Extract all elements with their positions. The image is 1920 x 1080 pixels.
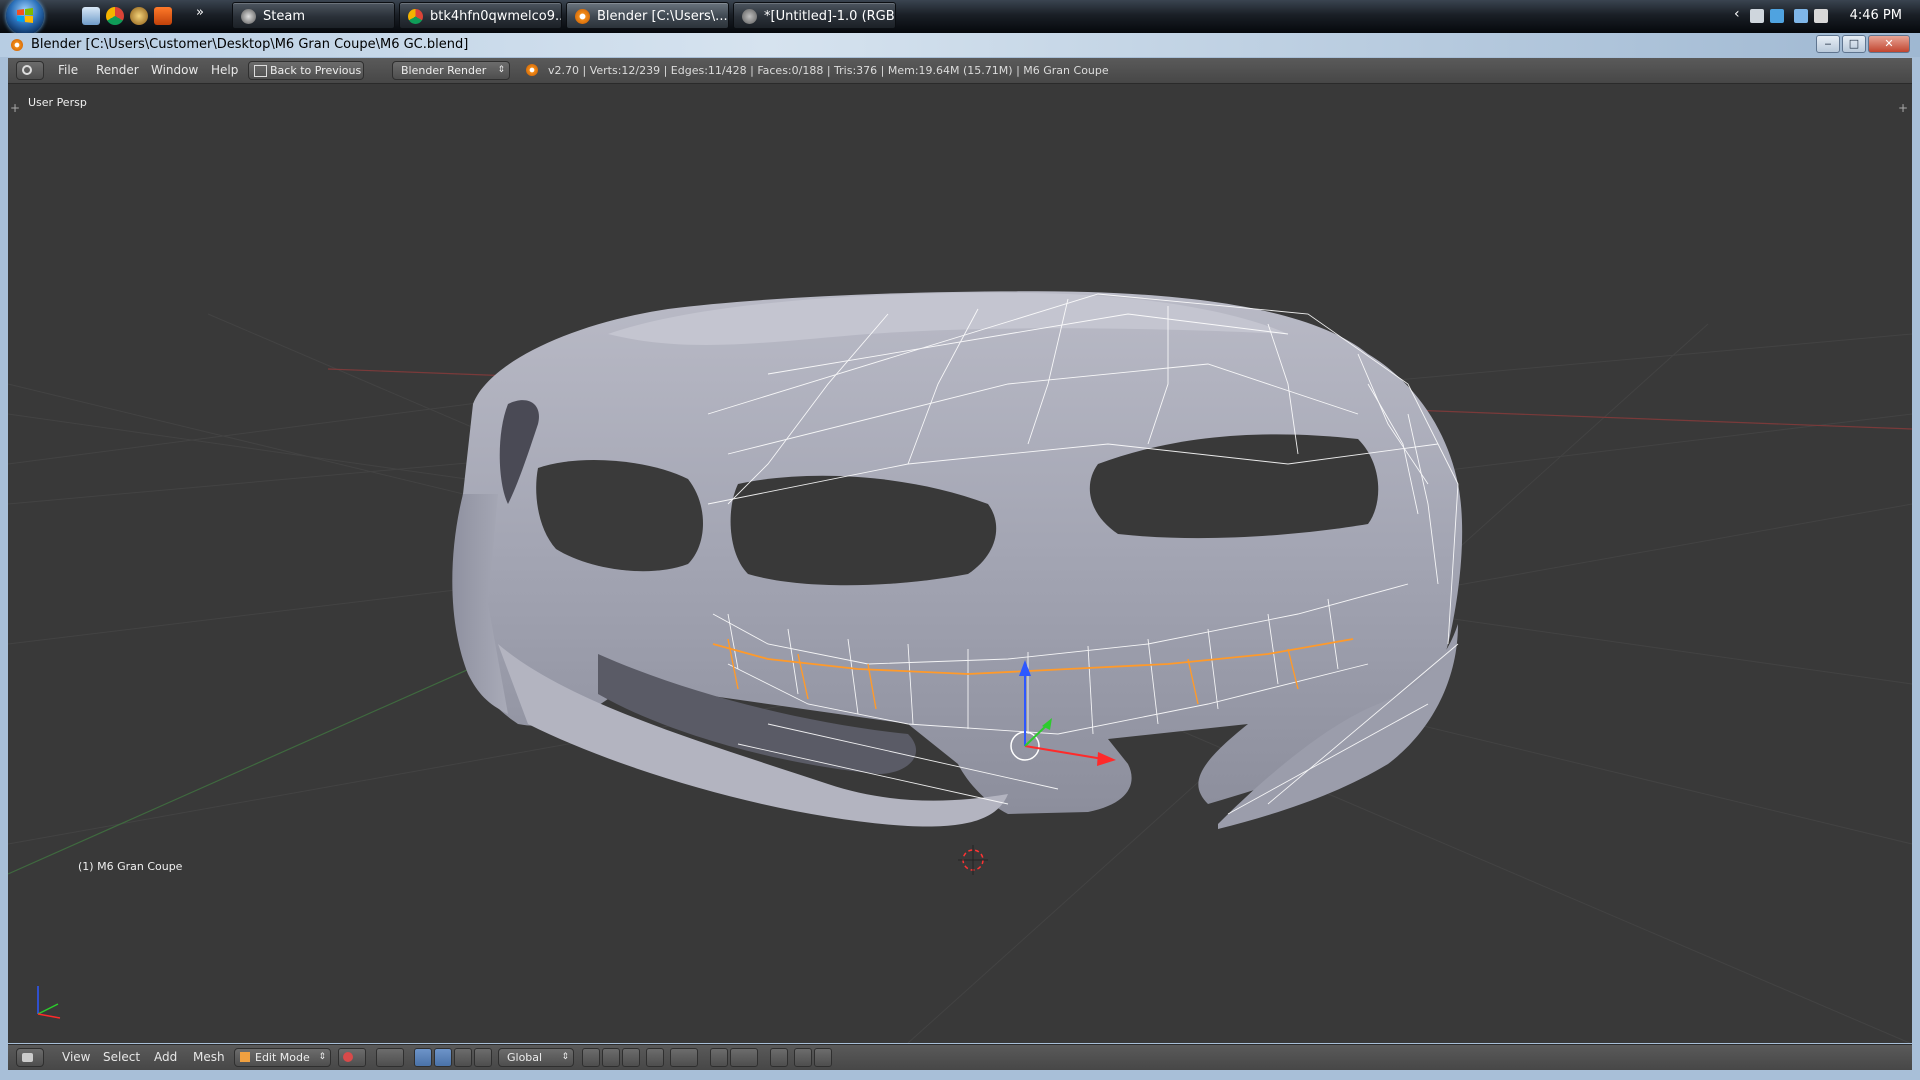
display-tray-icon[interactable]: [1794, 9, 1808, 23]
network-tray-icon[interactable]: [1770, 9, 1784, 23]
axis-orientation-icon: [37, 986, 61, 1019]
car-mesh: [452, 291, 1463, 829]
kongregate-icon[interactable]: [154, 7, 172, 25]
window-bottom-border: [0, 1070, 1920, 1080]
shading-icon: [343, 1052, 353, 1062]
occlude-geometry-toggle[interactable]: [646, 1048, 664, 1067]
tray-expand-icon[interactable]: ‹: [1734, 6, 1740, 22]
3d-view-icon: [22, 1053, 33, 1062]
taskbar-item-blender[interactable]: Blender [C:\Users\...: [566, 2, 729, 29]
steam-icon: [241, 9, 256, 24]
blender-icon: [11, 39, 23, 51]
show-desktop-icon[interactable]: [82, 7, 100, 25]
blender-icon: [575, 9, 590, 24]
region-toggle-right-icon[interactable]: +: [1898, 102, 1910, 114]
edit-mode-icon: [240, 1052, 250, 1062]
screen-icon: [254, 65, 267, 77]
blender-logo-icon: [526, 64, 538, 76]
menu-render[interactable]: Render: [96, 63, 139, 77]
updown-arrow-icon: ⇕: [318, 1052, 326, 1062]
quick-launch-more-icon[interactable]: »: [196, 5, 204, 20]
viewport-shading-select[interactable]: [338, 1048, 366, 1067]
windows-logo-icon: [17, 8, 33, 23]
3d-viewport[interactable]: User Persp (1) M6 Gran Coupe + +: [8, 84, 1912, 1043]
menu-view[interactable]: View: [62, 1050, 90, 1064]
steam-tray-icon[interactable]: [1750, 9, 1764, 23]
minimize-button[interactable]: ‒: [1816, 35, 1840, 53]
back-to-previous-button[interactable]: Back to Previous: [248, 61, 364, 80]
chrome-icon: [408, 9, 423, 24]
menu-select[interactable]: Select: [103, 1050, 140, 1064]
region-toggle-left-icon[interactable]: +: [10, 102, 22, 114]
face-select-mode[interactable]: [622, 1048, 640, 1067]
window-title: Blender [C:\Users\Customer\Desktop\M6 Gr…: [31, 37, 469, 52]
snap-toggle[interactable]: [710, 1048, 728, 1067]
render-engine-select[interactable]: Blender Render ⇕: [392, 61, 510, 80]
clock[interactable]: 4:46 PM: [1850, 8, 1902, 23]
menu-mesh[interactable]: Mesh: [193, 1050, 225, 1064]
volume-icon[interactable]: [1814, 9, 1828, 23]
maximize-button[interactable]: □: [1842, 35, 1866, 53]
rotate-manipulator[interactable]: [454, 1048, 472, 1067]
taskbar-item-steam[interactable]: Steam: [232, 2, 395, 29]
updown-arrow-icon: ⇕: [561, 1052, 569, 1062]
updown-arrow-icon: ⇕: [497, 65, 505, 75]
info-icon: [22, 65, 32, 75]
menu-add[interactable]: Add: [154, 1050, 177, 1064]
3d-cursor-icon: [958, 845, 988, 875]
gimp-icon: [742, 9, 757, 24]
wow-icon[interactable]: [130, 7, 148, 25]
start-button[interactable]: [6, 0, 44, 35]
menu-file[interactable]: File: [58, 63, 78, 77]
chrome-icon[interactable]: [106, 7, 124, 25]
blender-window: Blender [C:\Users\Customer\Desktop\M6 Gr…: [0, 33, 1920, 1080]
layer-button[interactable]: [814, 1048, 832, 1067]
proportional-editing-select[interactable]: [670, 1048, 698, 1067]
mode-select[interactable]: Edit Mode ⇕: [234, 1048, 331, 1067]
viewport-canvas[interactable]: [8, 84, 1912, 1043]
menu-window[interactable]: Window: [151, 63, 198, 77]
active-object-label: (1) M6 Gran Coupe: [78, 860, 183, 873]
edge-select-mode[interactable]: [602, 1048, 620, 1067]
info-header: File Render Window Help Back to Previous…: [8, 58, 1912, 84]
windows-taskbar: » Steam btk4hfn0qwmelco9... Blender [C:\…: [0, 0, 1920, 35]
opengl-render-animation-button[interactable]: [794, 1048, 812, 1067]
manipulator-toggle[interactable]: [414, 1048, 432, 1067]
transform-orientation-select[interactable]: Global ⇕: [498, 1048, 574, 1067]
vertex-select-mode[interactable]: [582, 1048, 600, 1067]
taskbar-item-chrome[interactable]: btk4hfn0qwmelco9...: [399, 2, 562, 29]
pivot-point-select[interactable]: [376, 1048, 404, 1067]
scale-manipulator[interactable]: [474, 1048, 492, 1067]
translate-manipulator[interactable]: [434, 1048, 452, 1067]
3d-view-header: View Select Add Mesh Edit Mode ⇕ Global …: [8, 1044, 1912, 1070]
system-tray: ‹ 4:46 PM: [1730, 0, 1920, 33]
snap-element-select[interactable]: [730, 1048, 758, 1067]
view-name-label: User Persp: [28, 96, 87, 109]
menu-help[interactable]: Help: [211, 63, 238, 77]
editor-type-selector[interactable]: [16, 61, 44, 80]
scene-statistics: v2.70 | Verts:12/239 | Edges:11/428 | Fa…: [548, 64, 1109, 77]
close-button[interactable]: ✕: [1868, 35, 1910, 53]
editor-type-selector[interactable]: [16, 1048, 44, 1067]
window-titlebar: Blender [C:\Users\Customer\Desktop\M6 Gr…: [0, 33, 1920, 57]
opengl-render-image-button[interactable]: [770, 1048, 788, 1067]
taskbar-item-gimp[interactable]: *[Untitled]-1.0 (RGB...: [733, 2, 896, 29]
